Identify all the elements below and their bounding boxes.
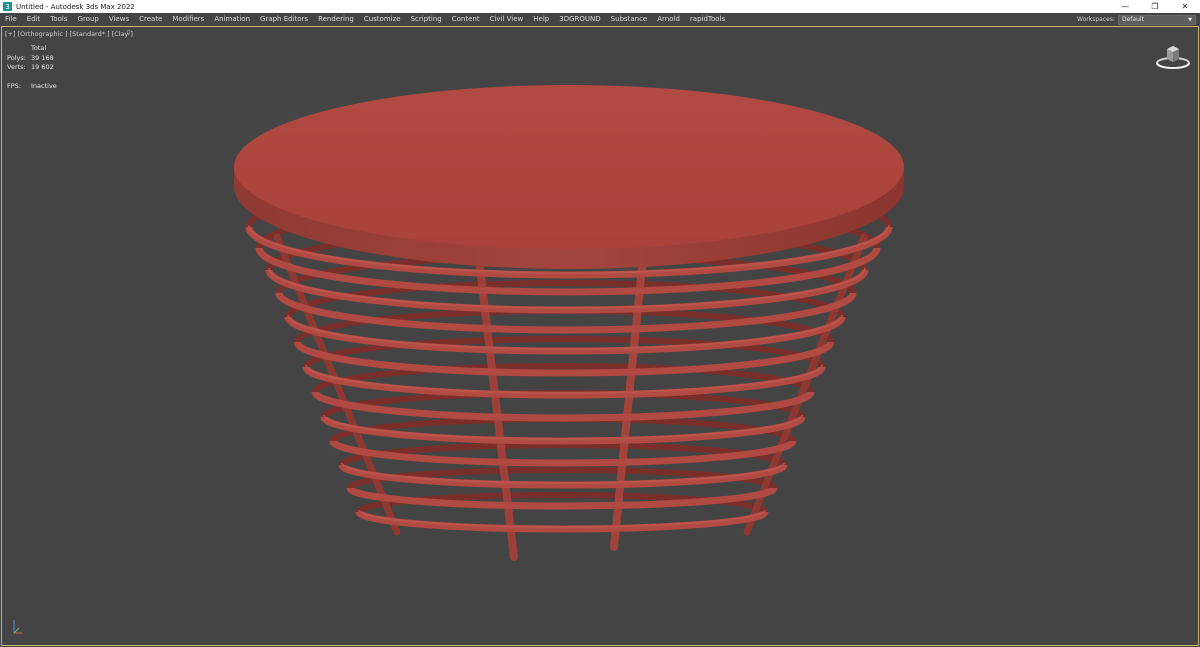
menu-views[interactable]: Views — [104, 13, 134, 26]
menu-scripting[interactable]: Scripting — [406, 13, 447, 26]
table-model — [234, 85, 904, 561]
axis-tripod-icon — [13, 620, 22, 634]
workspaces-switcher: Workspaces: Default ▼ — [1077, 14, 1196, 25]
menu-graph-editors[interactable]: Graph Editors — [255, 13, 313, 26]
title-bar: 3 Untitled - Autodesk 3ds Max 2022 — ❐ ✕ — [0, 0, 1200, 13]
close-button[interactable]: ✕ — [1170, 0, 1200, 13]
menu-create[interactable]: Create — [134, 13, 167, 26]
menu-civil-view[interactable]: Civil View — [485, 13, 529, 26]
fps-value: Inactive — [31, 81, 57, 90]
stats-header: Total — [31, 44, 47, 52]
menu-help[interactable]: Help — [528, 13, 554, 26]
stats-polys-row: Polys: 39 168 — [7, 54, 57, 64]
workspaces-dropdown[interactable]: Default ▼ — [1118, 14, 1196, 25]
menu-file[interactable]: File — [0, 13, 22, 26]
menu-rapidtools[interactable]: rapidTools — [685, 13, 730, 26]
menu-rendering[interactable]: Rendering — [313, 13, 359, 26]
viewport-statistics: Total Polys: 39 168 Verts: 19 602 FPS: I… — [7, 44, 57, 91]
stats-verts-row: Verts: 19 602 — [7, 63, 57, 73]
fps-label: FPS: — [7, 81, 21, 90]
verts-label: Verts: — [7, 63, 26, 71]
window-title: Untitled - Autodesk 3ds Max 2022 — [16, 2, 135, 11]
workspaces-label: Workspaces: — [1077, 16, 1115, 23]
app-logo-icon: 3 — [3, 2, 12, 11]
stats-header-row: Total — [7, 44, 57, 54]
window-controls: — ❐ ✕ — [1110, 0, 1200, 13]
viewport-label[interactable]: [+] [Orthographic ] [Standard* ] [Clay ] — [5, 30, 133, 38]
filter-icon[interactable]: ⊽ — [126, 29, 131, 37]
menu-substance[interactable]: Substance — [606, 13, 653, 26]
viewcube-icon[interactable] — [1154, 43, 1192, 71]
menu-content[interactable]: Content — [447, 13, 485, 26]
table-top — [234, 85, 904, 269]
menu-group[interactable]: Group — [73, 13, 104, 26]
stats-fps-row: FPS: Inactive — [7, 82, 57, 92]
app-window: 3 Untitled - Autodesk 3ds Max 2022 — ❐ ✕… — [0, 0, 1200, 647]
menu-bar: File Edit Tools Group Views Create Modif… — [0, 13, 1200, 26]
menu-arnold[interactable]: Arnold — [652, 13, 685, 26]
menu-edit[interactable]: Edit — [22, 13, 46, 26]
polys-value: 39 168 — [31, 53, 54, 62]
restore-button[interactable]: ❐ — [1140, 0, 1170, 13]
chevron-down-icon: ▼ — [1188, 16, 1192, 23]
minimize-button[interactable]: — — [1110, 0, 1140, 13]
verts-value: 19 602 — [31, 63, 54, 71]
viewport-perspective[interactable]: [+] [Orthographic ] [Standard* ] [Clay ]… — [1, 26, 1199, 646]
workspaces-value: Default — [1122, 16, 1144, 23]
menu-modifiers[interactable]: Modifiers — [167, 13, 209, 26]
menu-customize[interactable]: Customize — [359, 13, 406, 26]
menu-3dground[interactable]: 3DGROUND — [554, 13, 605, 26]
polys-label: Polys: — [7, 53, 26, 62]
menu-animation[interactable]: Animation — [209, 13, 255, 26]
menu-tools[interactable]: Tools — [45, 13, 72, 26]
svg-text:3: 3 — [5, 2, 10, 11]
